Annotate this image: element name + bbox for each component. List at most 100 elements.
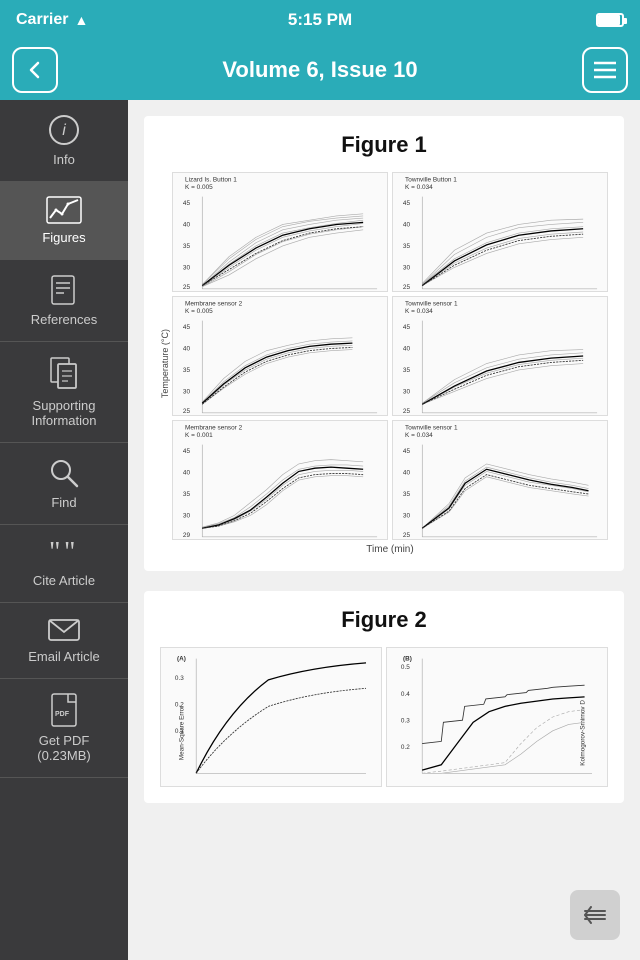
svg-text:30: 30 <box>403 389 411 396</box>
scroll-left-icon <box>583 906 607 924</box>
references-icon <box>48 274 80 306</box>
svg-text:K = 0.034: K = 0.034 <box>405 184 433 191</box>
svg-text:0.3: 0.3 <box>175 675 184 682</box>
svg-text:30: 30 <box>183 513 191 520</box>
pdf-icon: PDF <box>50 693 78 727</box>
svg-text:0.2: 0.2 <box>175 701 184 708</box>
svg-text:40: 40 <box>183 346 191 353</box>
svg-text:30: 30 <box>183 389 191 396</box>
svg-text:(B): (B) <box>403 656 412 663</box>
svg-text:25: 25 <box>403 532 411 539</box>
subplot-5: Membrane sensor 2 K = 0.001 45 40 35 30 … <box>172 420 388 540</box>
svg-text:K = 0.005: K = 0.005 <box>185 184 213 191</box>
sidebar-item-cite[interactable]: " " Cite Article <box>0 525 128 603</box>
figure1-section: Figure 1 Temperature (°C) Lizard Is. But… <box>144 116 624 571</box>
svg-text:40: 40 <box>183 470 191 477</box>
svg-text:30: 30 <box>403 513 411 520</box>
svg-text:25: 25 <box>183 284 191 291</box>
figure1-title: Figure 1 <box>160 132 608 158</box>
subplot-a: (A) Mean-Square Error 0.3 0.2 0.1 <box>160 647 382 787</box>
figure1-xaxis-label: Time (min) <box>172 544 608 555</box>
sidebar-item-references-label: References <box>31 312 97 327</box>
svg-text:Lizard Is. Button 1: Lizard Is. Button 1 <box>185 177 237 184</box>
svg-text:40: 40 <box>403 222 411 229</box>
sidebar-item-supporting[interactable]: Supporting Information <box>0 342 128 443</box>
svg-text:40: 40 <box>403 346 411 353</box>
sidebar-item-pdf-label: Get PDF (0.23MB) <box>37 733 90 763</box>
subplot-1: Lizard Is. Button 1 K = 0.005 45 40 35 3… <box>172 172 388 292</box>
svg-text:0.2: 0.2 <box>401 744 410 751</box>
supporting-icon <box>48 356 80 392</box>
svg-text:45: 45 <box>403 324 411 331</box>
svg-text:(A): (A) <box>177 656 186 663</box>
sidebar-item-pdf[interactable]: PDF Get PDF (0.23MB) <box>0 679 128 778</box>
back-button[interactable] <box>12 47 58 93</box>
svg-text:Townville sensor 1: Townville sensor 1 <box>405 425 458 432</box>
svg-text:29: 29 <box>183 532 191 539</box>
svg-text:45: 45 <box>403 448 411 455</box>
svg-text:30: 30 <box>183 265 191 272</box>
svg-text:0.1: 0.1 <box>175 728 184 735</box>
svg-text:35: 35 <box>403 367 411 374</box>
svg-text:45: 45 <box>403 200 411 207</box>
svg-text:40: 40 <box>403 470 411 477</box>
svg-text:45: 45 <box>183 324 191 331</box>
time-label: 5:15 PM <box>288 10 352 30</box>
svg-text:Membrane sensor 2: Membrane sensor 2 <box>185 301 243 308</box>
figure2-section: Figure 2 (A) Mean-Square Error 0.3 0.2 0… <box>144 591 624 803</box>
sidebar-item-figures-label: Figures <box>42 230 85 245</box>
cite-icon: " " <box>48 539 80 567</box>
svg-text:0.4: 0.4 <box>401 691 410 698</box>
svg-text:K = 0.005: K = 0.005 <box>185 308 213 315</box>
find-icon <box>48 457 80 489</box>
svg-text:Townville sensor 1: Townville sensor 1 <box>405 301 458 308</box>
svg-text:K = 0.034: K = 0.034 <box>405 308 433 315</box>
figure1-yaxis-label: Temperature (°C) <box>160 329 170 398</box>
sidebar: i Info Figures References <box>0 100 128 960</box>
status-bar: Carrier ▲ 5:15 PM <box>0 0 640 40</box>
svg-text:45: 45 <box>183 448 191 455</box>
subplot-2: Townville Button 1 K = 0.034 45 40 35 30… <box>392 172 608 292</box>
svg-text:35: 35 <box>403 243 411 250</box>
svg-text:": " <box>64 539 75 567</box>
svg-text:25: 25 <box>403 408 411 415</box>
sidebar-item-info[interactable]: i Info <box>0 100 128 182</box>
email-icon <box>48 617 80 643</box>
svg-text:35: 35 <box>183 367 191 374</box>
carrier-label: Carrier <box>16 11 68 29</box>
sidebar-item-email-label: Email Article <box>28 649 100 664</box>
wifi-icon: ▲ <box>74 12 88 28</box>
sidebar-item-supporting-label: Supporting Information <box>31 398 96 428</box>
sidebar-item-references[interactable]: References <box>0 260 128 342</box>
svg-text:i: i <box>62 122 66 139</box>
svg-text:0.3: 0.3 <box>401 717 410 724</box>
sidebar-item-figures[interactable]: Figures <box>0 182 128 260</box>
subplot-b: (B) Kolmogorov-Smirnov D 0.5 0.4 0.3 0.2 <box>386 647 608 787</box>
menu-icon <box>594 61 616 79</box>
subplot-6: Townville sensor 1 K = 0.034 45 40 35 30… <box>392 420 608 540</box>
sidebar-item-email[interactable]: Email Article <box>0 603 128 679</box>
sidebar-item-find[interactable]: Find <box>0 443 128 525</box>
svg-text:25: 25 <box>403 284 411 291</box>
svg-text:": " <box>49 539 60 567</box>
nav-bar: Volume 6, Issue 10 <box>0 40 640 100</box>
svg-text:K = 0.034: K = 0.034 <box>405 432 433 439</box>
svg-text:Townville Button 1: Townville Button 1 <box>405 177 457 184</box>
sidebar-item-cite-label: Cite Article <box>33 573 95 588</box>
menu-button[interactable] <box>582 47 628 93</box>
svg-text:PDF: PDF <box>55 711 70 718</box>
svg-text:35: 35 <box>403 491 411 498</box>
svg-text:0.5: 0.5 <box>401 664 410 671</box>
figure1-grid: Lizard Is. Button 1 K = 0.005 45 40 35 3… <box>172 172 608 540</box>
content-area[interactable]: Figure 1 Temperature (°C) Lizard Is. But… <box>128 100 640 960</box>
figures-icon <box>46 196 82 224</box>
svg-text:K = 0.001: K = 0.001 <box>185 432 213 439</box>
svg-text:Membrane sensor 2: Membrane sensor 2 <box>185 425 243 432</box>
scroll-button[interactable] <box>570 890 620 940</box>
info-icon: i <box>48 114 80 146</box>
figure2-grid: (A) Mean-Square Error 0.3 0.2 0.1 <box>160 647 608 787</box>
figure2-title: Figure 2 <box>160 607 608 633</box>
status-left: Carrier ▲ <box>16 11 88 29</box>
subplot-4: Townville sensor 1 K = 0.034 45 40 35 30… <box>392 296 608 416</box>
svg-text:35: 35 <box>183 243 191 250</box>
